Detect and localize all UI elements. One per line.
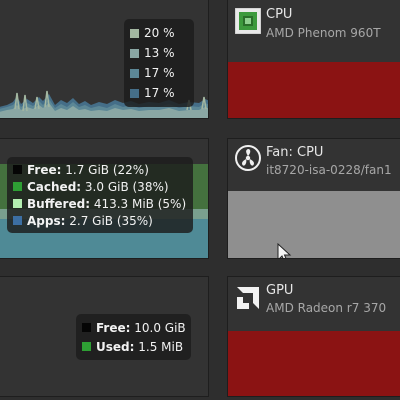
swap-used-label: Used: (96, 339, 135, 354)
swap-panel: Free: 10.0 GiB Used: 1.5 MiB (0, 276, 209, 397)
sensor-bar-gpu (228, 331, 400, 396)
sensor-subtitle-cpu: AMD Phenom 960T (266, 26, 381, 40)
swap-used-value: 1.5 MiB (138, 339, 184, 354)
sensor-panel-cpu: CPU AMD Phenom 960T (227, 0, 400, 119)
swap-used-swatch (82, 342, 91, 351)
memory-apps-row: Apps: 2.7 GiB (35%) (13, 212, 187, 229)
sensor-title-cpu: CPU (266, 7, 293, 22)
memory-buffered-row: Buffered: 413.3 MiB (5%) (13, 195, 187, 212)
memory-apps-value: 2.7 GiB (35%) (69, 213, 153, 228)
memory-free-value: 1.7 GiB (22%) (65, 162, 149, 177)
swap-free-swatch (82, 323, 91, 332)
memory-cached-value: 3.0 GiB (38%) (84, 179, 169, 194)
memory-panel: Free: 1.7 GiB (22%) Cached: 3.0 GiB (38%… (0, 138, 209, 259)
sensor-title-fan: Fan: CPU (266, 145, 324, 160)
sensor-bar-fan (228, 191, 400, 258)
cpu-core-3-value: 17 % (144, 66, 175, 80)
cpu-legend-row: 20 % (130, 23, 188, 43)
memory-cached-swatch (13, 182, 22, 191)
mouse-cursor-icon (277, 243, 292, 258)
cpu-core-1-value: 20 % (144, 26, 175, 40)
sensor-subtitle-gpu: AMD Radeon r7 370 (266, 301, 387, 315)
memory-buffered-swatch (13, 199, 22, 208)
swap-used-row: Used: 1.5 MiB (82, 337, 185, 356)
sensor-panel-gpu: GPU AMD Radeon r7 370 (227, 276, 400, 397)
memory-cached-label: Cached: (27, 179, 82, 194)
cpu-legend-row: 17 % (130, 63, 188, 83)
cpu-core-4-value: 17 % (144, 86, 175, 100)
cpu-legend-tooltip: 20 % 13 % 17 % 17 % (124, 19, 194, 107)
cpu-legend-row: 17 % (130, 83, 188, 103)
cpu-core-2-value: 13 % (144, 46, 175, 60)
memory-buffered-value: 413.3 MiB (5%) (93, 196, 187, 211)
cpu-core-3-swatch (130, 68, 139, 78)
memory-free-label: Free: (27, 162, 62, 177)
memory-buffered-label: Buffered: (27, 196, 90, 211)
swap-tooltip: Free: 10.0 GiB Used: 1.5 MiB (76, 314, 191, 360)
cpu-history-panel: 20 % 13 % 17 % 17 % (0, 0, 209, 119)
memory-free-row: Free: 1.7 GiB (22%) (13, 161, 187, 178)
cpu-core-2-swatch (130, 48, 139, 58)
swap-free-label: Free: (96, 320, 131, 335)
swap-free-value: 10.0 GiB (134, 320, 186, 335)
sensor-bar-cpu (228, 62, 400, 118)
cpu-core-1-swatch (130, 28, 139, 38)
sensor-panel-fan: Fan: CPU it8720-isa-0228/fan1 (227, 138, 400, 259)
fan-icon (235, 145, 261, 171)
memory-cached-row: Cached: 3.0 GiB (38%) (13, 178, 187, 195)
memory-tooltip: Free: 1.7 GiB (22%) Cached: 3.0 GiB (38%… (7, 157, 193, 233)
sensor-title-gpu: GPU (266, 283, 294, 298)
cpu-core-4-swatch (130, 88, 139, 98)
memory-apps-label: Apps: (27, 213, 66, 228)
sensor-subtitle-fan: it8720-isa-0228/fan1 (266, 163, 392, 177)
chip-icon (234, 7, 262, 35)
amd-logo-icon (235, 285, 261, 311)
memory-free-swatch (13, 165, 22, 174)
swap-free-row: Free: 10.0 GiB (82, 318, 186, 337)
cpu-legend-row: 13 % (130, 43, 188, 63)
memory-apps-swatch (13, 216, 22, 225)
